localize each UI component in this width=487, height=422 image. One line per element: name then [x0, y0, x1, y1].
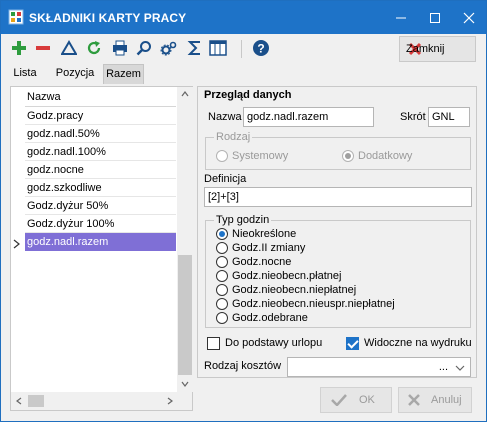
- maximize-icon[interactable]: [418, 1, 452, 34]
- close-button-label: Zamknij: [406, 43, 445, 55]
- horizontal-scrollbar[interactable]: [11, 392, 192, 410]
- kind-group: Rodzaj Systemowy Dodatkowy: [205, 131, 471, 170]
- tab-pozycja[interactable]: Pozycja: [49, 64, 101, 84]
- radio-circle: [342, 150, 354, 162]
- list-item[interactable]: godz.nadl.100%: [25, 143, 176, 161]
- kind-radio-systemowy: Systemowy: [216, 149, 288, 163]
- hours-radio-label: Godz.nieobecn.nieuspr.niepłatnej: [232, 298, 395, 310]
- checkbox-box: [346, 336, 359, 350]
- ok-button-label: OK: [359, 394, 375, 406]
- hours-radio-label: Nieokreślone: [232, 228, 297, 240]
- filter-icon[interactable]: [59, 38, 79, 58]
- hours-radio-label: Godz.odebrane: [232, 312, 308, 324]
- details-panel: Przegląd danych Nazwa godz.nadl.razem Sk…: [197, 86, 477, 378]
- cancel-button-label: Anuluj: [431, 394, 462, 406]
- list-header-name[interactable]: Nazwa: [25, 87, 176, 107]
- definition-field[interactable]: [2]+[3]: [204, 187, 472, 207]
- hours-radio-label: Godz.nieobecn.płatnej: [232, 270, 342, 282]
- hours-type-legend: Typ godzin: [214, 214, 272, 226]
- hours-radio-nieobecn-platnej[interactable]: Godz.nieobecn.płatnej: [216, 269, 341, 283]
- section-title: Przegląd danych: [204, 89, 292, 101]
- hours-radio-nieokreslone[interactable]: Nieokreślone: [216, 227, 296, 241]
- radio-circle: [216, 284, 228, 296]
- hours-radio-label: Godz.nocne: [232, 256, 292, 268]
- short-label: Skrót: [400, 111, 426, 123]
- radio-circle: [216, 298, 228, 310]
- chevron-down-icon: [455, 365, 465, 371]
- close-icon[interactable]: [452, 1, 486, 34]
- printout-checkbox[interactable]: Widoczne na wydruku: [346, 335, 472, 351]
- sum-icon[interactable]: [185, 38, 205, 58]
- list-panel: Nazwa Godz.pracy godz.nadl.50% godz.nadl…: [10, 86, 193, 411]
- vertical-scrollbar-thumb[interactable]: [178, 255, 192, 375]
- list-item[interactable]: godz.nadl.50%: [25, 125, 176, 143]
- horizontal-scrollbar-thumb[interactable]: [28, 395, 44, 407]
- hours-radio-label: Godz.II zmiany: [232, 242, 306, 254]
- dialog-window: SKŁADNIKI KARTY PRACY ? Zamknij Lista Po…: [0, 0, 487, 422]
- radio-circle: [216, 270, 228, 282]
- tab-razem[interactable]: Razem: [103, 64, 144, 84]
- hours-type-group: Typ godzin Nieokreślone Godz.II zmiany G…: [205, 214, 471, 328]
- hours-radio-nieobecn-nieuspr[interactable]: Godz.nieobecn.nieuspr.niepłatnej: [216, 297, 395, 311]
- window-title: SKŁADNIKI KARTY PRACY: [29, 11, 187, 25]
- hours-radio-label: Godz.nieobecn.niepłatnej: [232, 284, 357, 296]
- scroll-up-icon[interactable]: [181, 91, 189, 97]
- refresh-icon[interactable]: [84, 38, 104, 58]
- list-item[interactable]: Godz.dyżur 50%: [25, 197, 176, 215]
- kind-radio-label: Dodatkowy: [358, 150, 413, 162]
- close-button[interactable]: Zamknij: [399, 36, 476, 62]
- list-item[interactable]: Godz.dyżur 100%: [25, 215, 176, 233]
- radio-circle: [216, 312, 228, 324]
- kind-radio-dodatkowy: Dodatkowy: [342, 149, 412, 163]
- definition-label: Definicja: [204, 173, 247, 185]
- scroll-right-icon[interactable]: [167, 397, 173, 405]
- short-field[interactable]: GNL: [428, 107, 470, 127]
- scroll-down-icon[interactable]: [181, 381, 189, 387]
- cancel-button[interactable]: Anuluj: [398, 387, 472, 413]
- minimize-icon[interactable]: [384, 1, 418, 34]
- checkbox-box: [207, 336, 220, 350]
- list-item-selected[interactable]: godz.nadl.razem: [25, 233, 176, 251]
- print-icon[interactable]: [110, 38, 130, 58]
- vertical-scrollbar[interactable]: [177, 87, 193, 392]
- help-icon[interactable]: ?: [251, 38, 271, 58]
- hours-radio-nocne[interactable]: Godz.nocne: [216, 255, 291, 269]
- app-icon: [8, 9, 24, 25]
- svg-text:?: ?: [257, 42, 264, 56]
- search-icon[interactable]: [134, 38, 154, 58]
- radio-circle: [216, 150, 228, 162]
- hours-radio-odebrane[interactable]: Godz.odebrane: [216, 311, 308, 325]
- radio-circle: [216, 256, 228, 268]
- settings-icon[interactable]: [159, 38, 179, 58]
- cost-type-label: Rodzaj kosztów: [204, 360, 282, 372]
- scroll-left-icon[interactable]: [16, 397, 22, 405]
- kind-radio-label: Systemowy: [232, 150, 289, 162]
- delete-icon[interactable]: [33, 38, 53, 58]
- vacation-checkbox[interactable]: Do podstawy urlopu: [207, 335, 322, 351]
- list-item[interactable]: godz.nocne: [25, 161, 176, 179]
- radio-circle: [216, 242, 228, 254]
- cost-type-select[interactable]: ...: [287, 357, 471, 377]
- add-icon[interactable]: [9, 38, 29, 58]
- list-item[interactable]: godz.szkodliwe: [25, 179, 176, 197]
- toolbar-separator: [241, 40, 242, 58]
- columns-icon[interactable]: [208, 38, 228, 58]
- check-icon: [331, 394, 347, 406]
- hours-radio-ii-zmiany[interactable]: Godz.II zmiany: [216, 241, 305, 255]
- tab-lista[interactable]: Lista: [6, 64, 44, 84]
- title-bar: SKŁADNIKI KARTY PRACY: [1, 1, 486, 34]
- printout-checkbox-label: Widoczne na wydruku: [364, 337, 472, 349]
- name-field[interactable]: godz.nadl.razem: [243, 107, 374, 127]
- ok-button[interactable]: OK: [320, 387, 392, 413]
- cost-type-value: ...: [438, 361, 448, 373]
- cancel-x-icon: [408, 394, 420, 406]
- vacation-checkbox-label: Do podstawy urlopu: [225, 337, 323, 349]
- radio-circle: [216, 228, 228, 240]
- name-label: Nazwa: [208, 111, 242, 123]
- hours-radio-nieobecn-nieplatnej[interactable]: Godz.nieobecn.niepłatnej: [216, 283, 356, 297]
- row-pointer-icon: [13, 239, 20, 249]
- list-item[interactable]: Godz.pracy: [25, 107, 176, 125]
- kind-legend: Rodzaj: [214, 131, 253, 143]
